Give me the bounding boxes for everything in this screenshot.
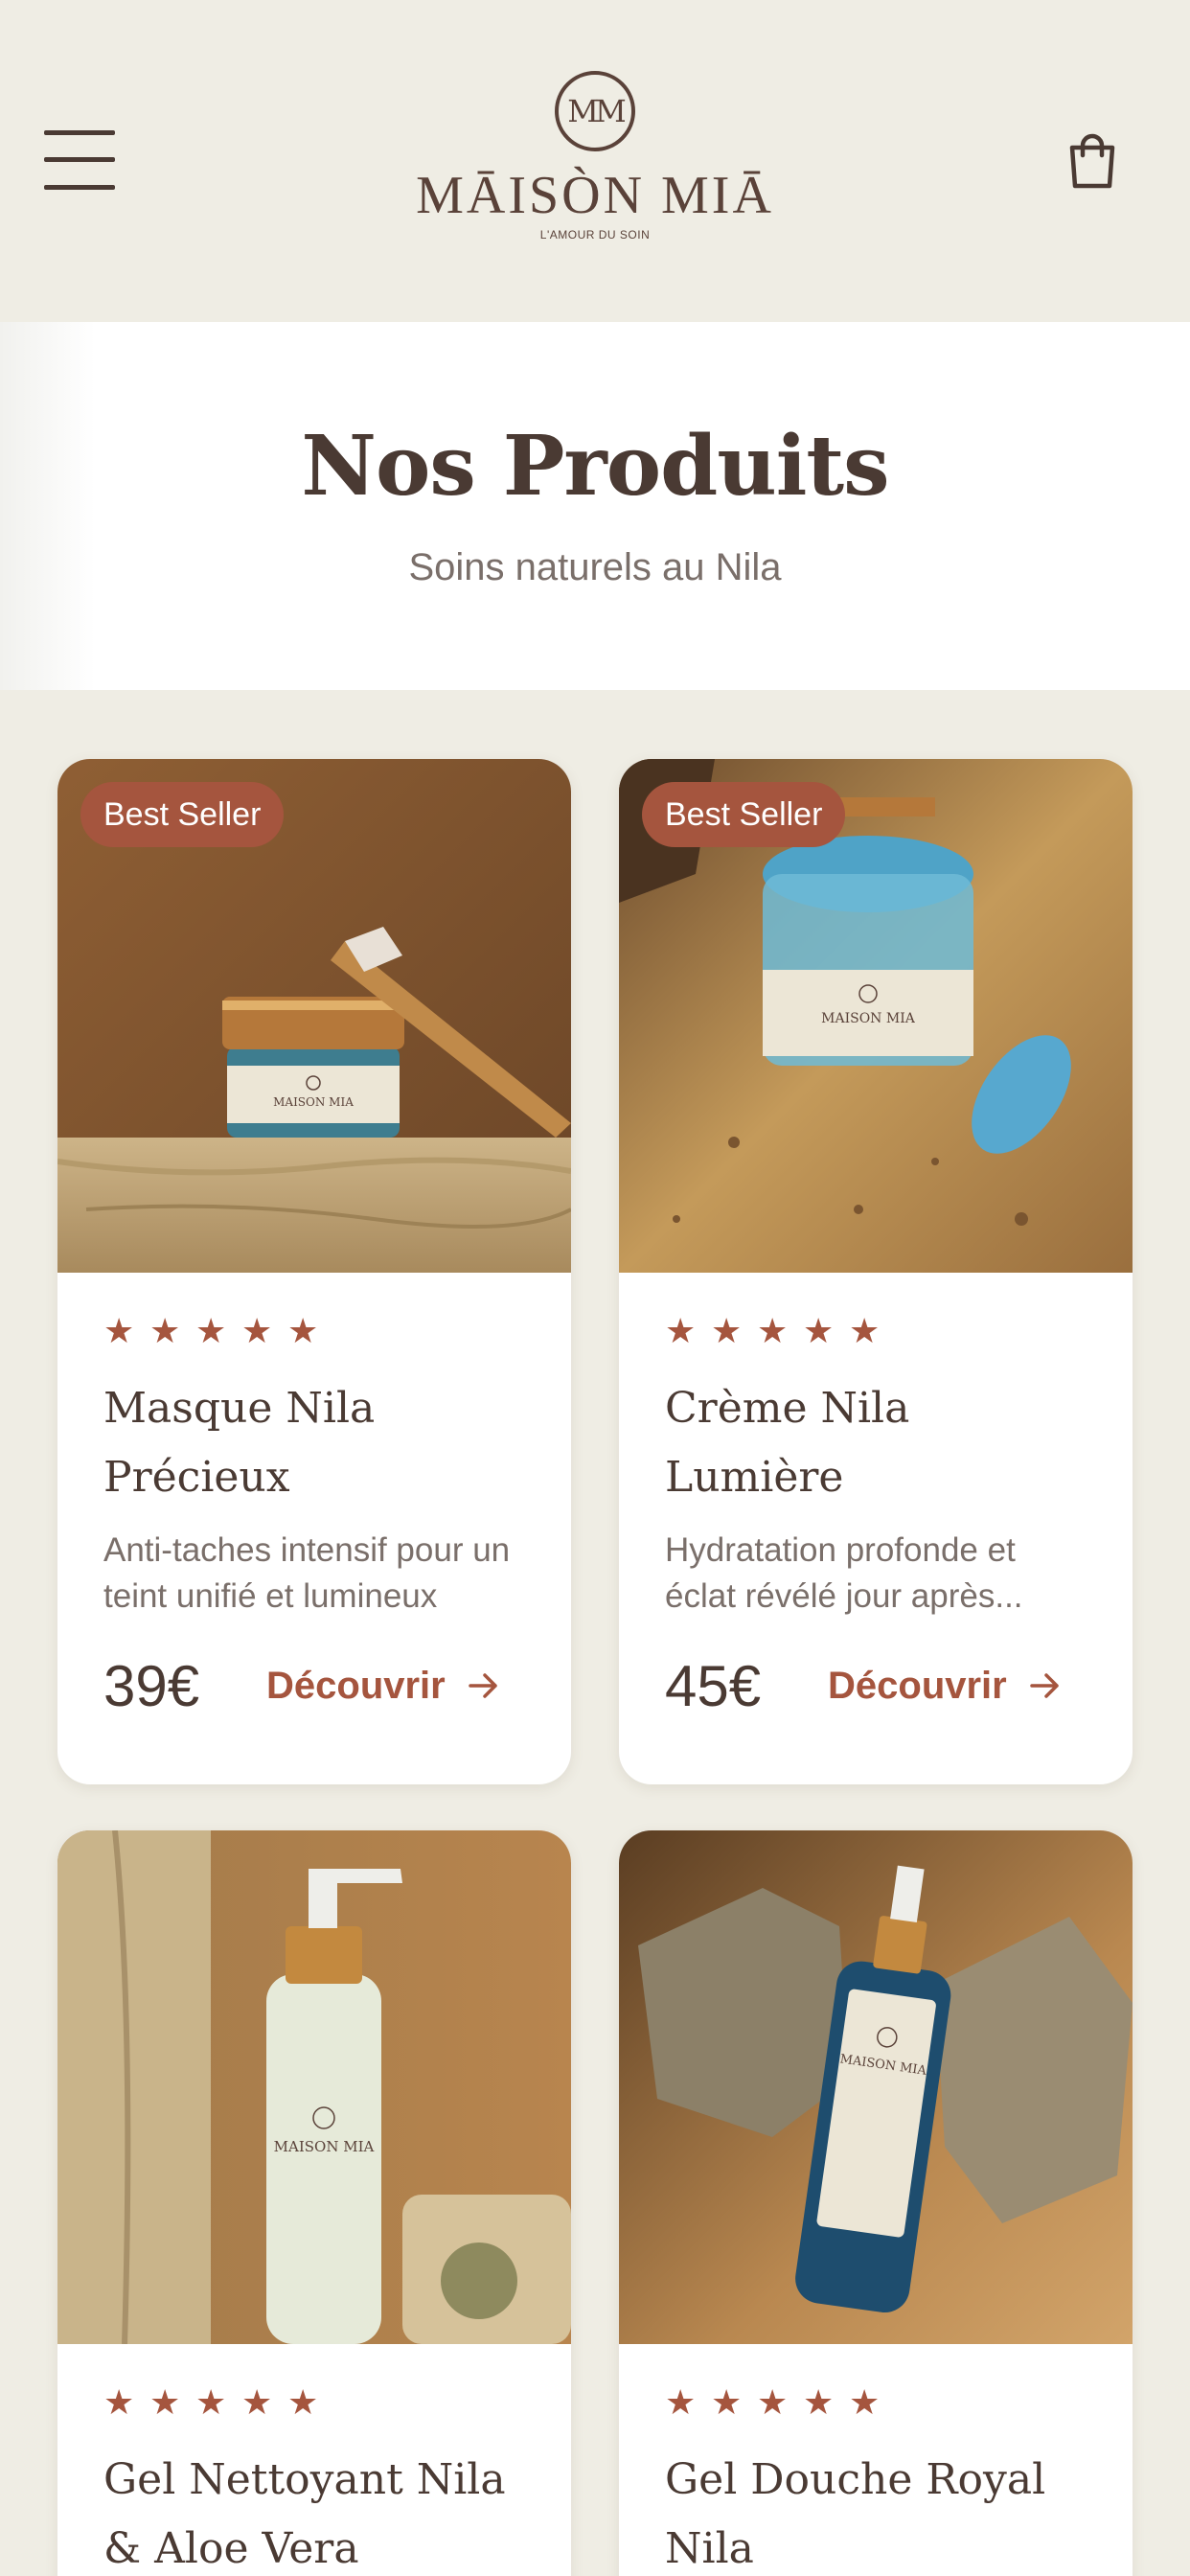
discover-link[interactable]: Découvrir xyxy=(266,1665,499,1708)
product-name[interactable]: Masque Nila Précieux xyxy=(103,1374,533,1512)
brand-logo[interactable]: MM MĀISÒN MIĀ L'AMOUR DU SOIN xyxy=(403,71,787,253)
arrow-right-icon xyxy=(469,1673,497,1698)
product-description: Anti-taches intensif pour un teint unifi… xyxy=(103,1531,511,1615)
star-icon: ★ xyxy=(287,1312,319,1351)
page-hero: Nos Produits Soins naturels au Nila xyxy=(0,322,1190,690)
rating-stars: ★ ★ ★ ★ ★ xyxy=(665,1315,1094,1349)
best-seller-badge: Best Seller xyxy=(80,782,285,847)
star-icon: ★ xyxy=(711,2383,743,2423)
product-name[interactable]: Crème Nila Lumière xyxy=(665,1374,1094,1512)
star-icon: ★ xyxy=(665,1312,697,1351)
page-subtitle: Soins naturels au Nila xyxy=(408,546,782,588)
logo-name: MĀISÒN MIĀ xyxy=(416,166,774,225)
star-icon: ★ xyxy=(711,1312,743,1351)
product-name[interactable]: Gel Douche Royal Nila xyxy=(665,2446,1094,2576)
product-card[interactable]: MAISON MIA Best Seller ★ ★ ★ ★ ★ Masque … xyxy=(57,759,571,1784)
price-row: 39€ Découvrir xyxy=(103,1652,533,1719)
discover-label: Découvrir xyxy=(266,1664,446,1707)
product-card[interactable]: MAISON MIA ★ ★ ★ ★ ★ Gel Nettoyant Nila … xyxy=(57,1830,571,2576)
product-info: ★ ★ ★ ★ ★ Masque Nila Précieux Anti-tach… xyxy=(103,1273,533,1719)
product-image[interactable]: MAISON MIA Best Seller xyxy=(619,759,1133,1273)
rating-stars: ★ ★ ★ ★ ★ xyxy=(103,1315,533,1349)
svg-text:MAISON MIA: MAISON MIA xyxy=(273,1095,354,1109)
product-card[interactable]: MAISON MIA Best Seller ★ ★ ★ ★ ★ Crème N… xyxy=(619,759,1133,1784)
product-card[interactable]: MAISON MIA ★ ★ ★ ★ ★ Gel Douche Royal Ni… xyxy=(619,1830,1133,2576)
product-image[interactable]: MAISON MIA Best Seller xyxy=(57,759,571,1273)
star-icon: ★ xyxy=(195,1312,227,1351)
product-info: ★ ★ ★ ★ ★ Gel Nettoyant Nila & Aloe Vera xyxy=(103,2344,533,2576)
star-icon: ★ xyxy=(849,1312,881,1351)
arrow-right-icon xyxy=(1030,1673,1059,1698)
star-icon: ★ xyxy=(757,2383,789,2423)
product-price: 45€ xyxy=(665,1653,762,1718)
page-title: Nos Produits xyxy=(301,418,889,515)
discover-label: Découvrir xyxy=(828,1664,1007,1707)
price-row: 45€ Découvrir xyxy=(665,1652,1094,1719)
star-icon: ★ xyxy=(103,2383,135,2423)
star-icon: ★ xyxy=(287,2383,319,2423)
star-icon: ★ xyxy=(757,1312,789,1351)
star-icon: ★ xyxy=(241,2383,273,2423)
star-icon: ★ xyxy=(149,1312,181,1351)
product-description: Hydratation profonde et éclat révélé jou… xyxy=(665,1531,1023,1615)
rating-stars: ★ ★ ★ ★ ★ xyxy=(665,2386,1094,2421)
product-info: ★ ★ ★ ★ ★ Gel Douche Royal Nila xyxy=(665,2344,1094,2576)
product-image[interactable]: MAISON MIA xyxy=(57,1830,571,2344)
product-info: ★ ★ ★ ★ ★ Crème Nila Lumière Hydratation… xyxy=(665,1273,1094,1719)
product-price: 39€ xyxy=(103,1653,200,1718)
product-image[interactable]: MAISON MIA xyxy=(619,1830,1133,2344)
star-icon: ★ xyxy=(149,2383,181,2423)
discover-link[interactable]: Découvrir xyxy=(828,1665,1061,1708)
shopping-bag-icon[interactable] xyxy=(1066,132,1118,190)
svg-text:MAISON MIA: MAISON MIA xyxy=(821,1011,916,1026)
best-seller-badge: Best Seller xyxy=(642,782,846,847)
star-icon: ★ xyxy=(803,1312,835,1351)
logo-tagline: L'AMOUR DU SOIN xyxy=(539,228,651,242)
star-icon: ★ xyxy=(241,1312,273,1351)
logo-monogram: MM xyxy=(555,71,635,151)
star-icon: ★ xyxy=(195,2383,227,2423)
rating-stars: ★ ★ ★ ★ ★ xyxy=(103,2386,533,2421)
star-icon: ★ xyxy=(665,2383,697,2423)
star-icon: ★ xyxy=(849,2383,881,2423)
app-header: MM MĀISÒN MIĀ L'AMOUR DU SOIN xyxy=(0,0,1190,322)
star-icon: ★ xyxy=(803,2383,835,2423)
product-name[interactable]: Gel Nettoyant Nila & Aloe Vera xyxy=(103,2446,533,2576)
star-icon: ★ xyxy=(103,1312,135,1351)
svg-text:MAISON MIA: MAISON MIA xyxy=(274,2138,375,2155)
menu-icon[interactable] xyxy=(44,130,115,190)
